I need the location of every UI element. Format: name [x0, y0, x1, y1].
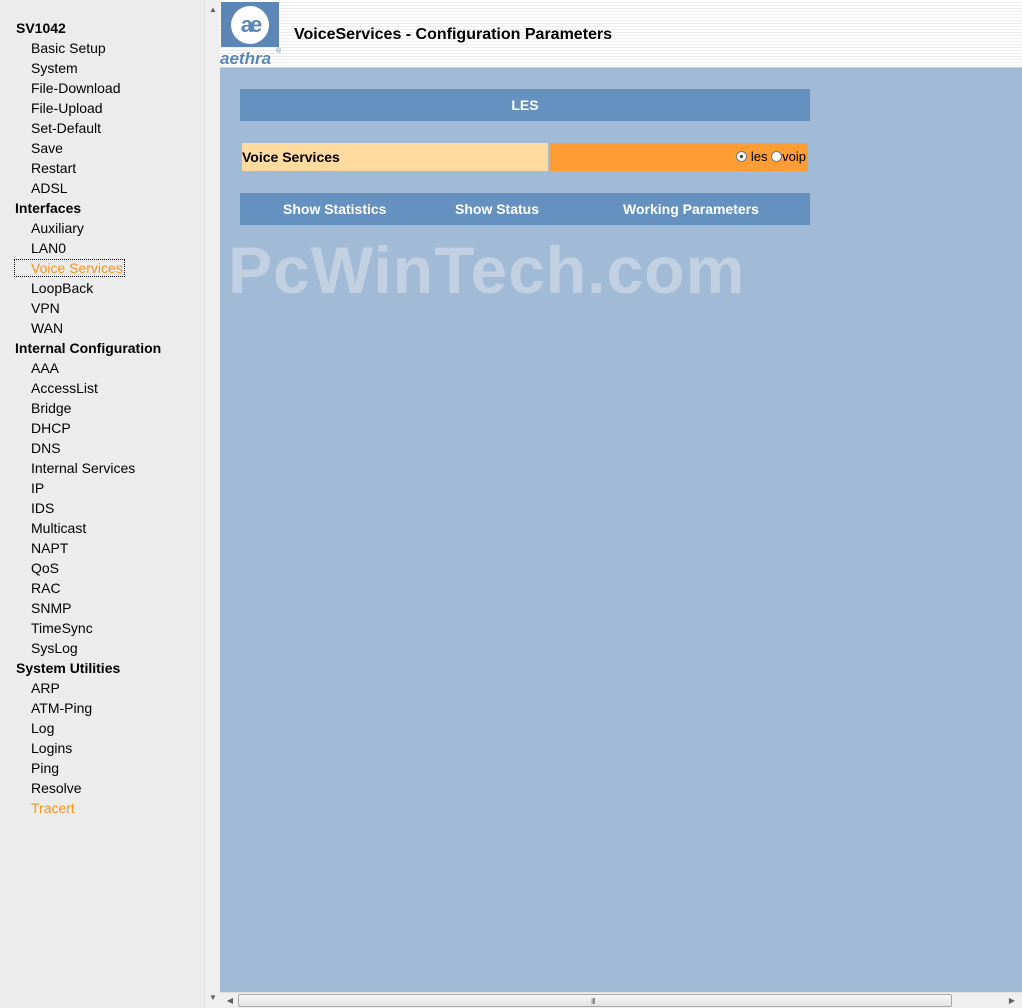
nav-link-internal-services[interactable]: Internal Services [0, 458, 204, 478]
nav-link-arp[interactable]: ARP [0, 678, 204, 698]
nav-link-voice-services-label: Voice Services [14, 259, 125, 277]
show-statistics-link[interactable]: Show Statistics [283, 193, 386, 225]
nav-link-file-download[interactable]: File-Download [0, 78, 204, 98]
registered-mark: ® [276, 48, 282, 55]
show-status-link[interactable]: Show Status [455, 193, 539, 225]
device-heading: SV1042 [16, 20, 66, 36]
radio-voip-label[interactable]: voip [782, 149, 806, 164]
scroll-down-arrow-icon[interactable]: ▼ [205, 990, 221, 1006]
nav-heading-interfaces: Interfaces [15, 200, 82, 216]
nav-link-logins[interactable]: Logins [0, 738, 204, 758]
content-frame: ae aethra ® VoiceServices - Configuratio… [220, 0, 1022, 992]
nav-link-aaa[interactable]: AAA [0, 358, 204, 378]
nav-link-syslog[interactable]: SysLog [0, 638, 204, 658]
navigation-frame: SV1042 Basic Setup System File-Download … [0, 0, 220, 1008]
nav-link-timesync[interactable]: TimeSync [0, 618, 204, 638]
nav-link-log[interactable]: Log [0, 718, 204, 738]
nav-link-basic-setup[interactable]: Basic Setup [0, 38, 204, 58]
nav-link-restart[interactable]: Restart [0, 158, 204, 178]
nav-link-ip[interactable]: IP [0, 478, 204, 498]
nav-link-bridge[interactable]: Bridge [0, 398, 204, 418]
nav-link-qos[interactable]: QoS [0, 558, 204, 578]
nav-link-voice-services[interactable]: Voice Services [0, 258, 204, 278]
nav-link-set-default[interactable]: Set-Default [0, 118, 204, 138]
nav-link-ping[interactable]: Ping [0, 758, 204, 778]
nav-link-snmp[interactable]: SNMP [0, 598, 204, 618]
section-title-bar: LES [240, 89, 810, 121]
voice-services-options: les voip [550, 143, 808, 171]
radio-voip[interactable] [771, 151, 783, 162]
nav-link-loopback[interactable]: LoopBack [0, 278, 204, 298]
nav-link-system[interactable]: System [0, 58, 204, 78]
working-parameters-link[interactable]: Working Parameters [623, 193, 759, 225]
nav-link-napt[interactable]: NAPT [0, 538, 204, 558]
nav-link-adsl[interactable]: ADSL [0, 178, 204, 198]
radio-les-label[interactable]: les [751, 149, 768, 164]
nav-heading-system-utilities: System Utilities [16, 660, 121, 676]
voice-services-row: Voice Services les voip [240, 141, 810, 173]
nav-link-auxiliary[interactable]: Auxiliary [0, 218, 204, 238]
nav-link-accesslist[interactable]: AccessList [0, 378, 204, 398]
horizontal-scrollbar[interactable]: ◀ III ▶ [220, 992, 1022, 1008]
nav-link-wan[interactable]: WAN [0, 318, 204, 338]
horizontal-scroll-thumb[interactable]: III [238, 994, 952, 1007]
scroll-left-arrow-icon[interactable]: ◀ [222, 993, 238, 1008]
logo-circle-icon: ae [231, 5, 269, 44]
action-bar: Show Statistics Show Status Working Para… [240, 193, 810, 225]
nav-link-rac[interactable]: RAC [0, 578, 204, 598]
scroll-right-arrow-icon[interactable]: ▶ [1004, 993, 1020, 1008]
scroll-grip: III [591, 997, 596, 1006]
nav-link-dns[interactable]: DNS [0, 438, 204, 458]
nav-heading-internal-configuration: Internal Configuration [15, 340, 162, 356]
watermark: PcWinTech.com [228, 233, 746, 307]
nav-link-vpn[interactable]: VPN [0, 298, 204, 318]
nav-link-resolve[interactable]: Resolve [0, 778, 204, 798]
nav-link-atm-ping[interactable]: ATM-Ping [0, 698, 204, 718]
page-title: VoiceServices - Configuration Parameters [294, 26, 613, 43]
page-header: ae aethra ® VoiceServices - Configuratio… [220, 0, 1022, 68]
nav-link-lan0[interactable]: LAN0 [0, 238, 204, 258]
nav-link-dhcp[interactable]: DHCP [0, 418, 204, 438]
nav-vertical-scrollbar[interactable]: ▲ ▼ [204, 0, 220, 1008]
nav-link-file-upload[interactable]: File-Upload [0, 98, 204, 118]
nav-link-save[interactable]: Save [0, 138, 204, 158]
aethra-logo-text: aethra [220, 49, 272, 68]
navigation-menu: SV1042 Basic Setup System File-Download … [0, 0, 204, 1008]
scroll-up-arrow-icon[interactable]: ▲ [205, 2, 221, 18]
nav-link-ids[interactable]: IDS [0, 498, 204, 518]
nav-link-tracert[interactable]: Tracert [0, 798, 204, 818]
nav-link-multicast[interactable]: Multicast [0, 518, 204, 538]
aethra-logo-mark: ae [221, 2, 279, 47]
radio-les[interactable] [736, 151, 748, 162]
voice-services-label: Voice Services [242, 143, 548, 171]
